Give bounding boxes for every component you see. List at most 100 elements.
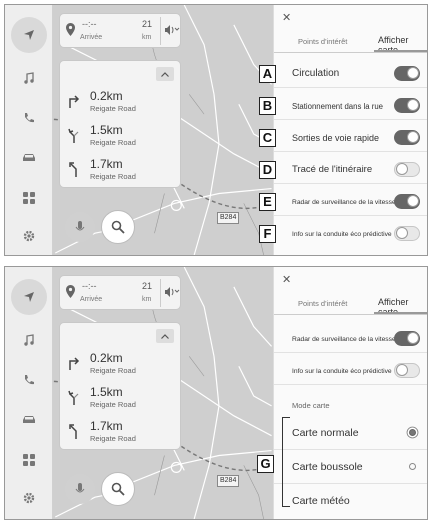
microphone-icon (75, 220, 85, 230)
collapse-button[interactable] (156, 67, 174, 81)
phone-icon[interactable] (11, 100, 47, 136)
close-icon[interactable]: ✕ (282, 273, 291, 286)
car-icon[interactable] (11, 139, 47, 175)
setting-label: Info sur la conduite éco prédictive (292, 368, 392, 375)
callout-c: C (259, 129, 276, 147)
arrival-time: --:-- (82, 281, 97, 291)
search-button[interactable] (101, 472, 135, 506)
left-sidebar (5, 267, 53, 519)
mode-label: Carte normale (292, 427, 359, 439)
phone-icon[interactable] (11, 362, 47, 398)
map-mode-weather[interactable]: Carte météo (274, 484, 427, 518)
toggle-knob (396, 227, 408, 239)
chevron-up-icon (161, 71, 169, 77)
volume-icon[interactable] (164, 286, 180, 298)
gear-icon[interactable] (11, 218, 47, 254)
radio-unselected[interactable] (409, 463, 416, 470)
apps-grid-icon[interactable] (11, 180, 47, 216)
setting-eco-driving[interactable]: Info sur la conduite éco prédictive (274, 357, 427, 385)
speed-camera-toggle[interactable] (394, 194, 420, 209)
toggle-knob (396, 163, 408, 175)
map-mode-compass[interactable]: Carte boussole (274, 450, 427, 484)
tab-points-of-interest[interactable]: Points d'intérêt (298, 37, 347, 46)
pin-icon (66, 285, 75, 298)
pin-icon (66, 23, 75, 36)
distance-unit: km (142, 34, 152, 41)
mode-label: Carte météo (292, 495, 350, 507)
turn-road: Reigate Road (90, 172, 136, 181)
route-trace-toggle[interactable] (394, 162, 420, 177)
arrival-time: --:-- (82, 19, 97, 29)
speed-camera-toggle[interactable] (394, 331, 420, 346)
radio-selected[interactable] (409, 429, 416, 436)
setting-street-parking[interactable]: Stationnement dans la rue (274, 92, 427, 120)
music-note-icon[interactable] (11, 60, 47, 96)
turn-left-icon (69, 162, 77, 177)
eco-driving-toggle[interactable] (394, 226, 420, 241)
map-mode-header: Mode carte (292, 401, 330, 410)
search-icon (111, 482, 125, 496)
remaining-distance: 21 (142, 19, 153, 29)
setting-label: Stationnement dans la rue (292, 102, 384, 111)
music-note-icon[interactable] (11, 322, 47, 358)
divider (160, 17, 161, 45)
road-label: B284 (217, 212, 240, 224)
microphone-icon (75, 482, 85, 492)
voice-button[interactable] (65, 212, 95, 242)
eco-driving-toggle[interactable] (394, 363, 420, 378)
turn-item[interactable]: 1.7km Reigate Road (66, 419, 176, 447)
street-parking-toggle[interactable] (394, 98, 420, 113)
turn-item[interactable]: 1.7km Reigate Road (66, 157, 176, 185)
tab-points-of-interest[interactable]: Points d'intérêt (298, 299, 347, 308)
motorway-exits-toggle[interactable] (394, 130, 420, 145)
voice-button[interactable] (65, 474, 95, 504)
turn-list: 0.2km Reigate Road 1.5km Reigate Road 1.… (59, 60, 181, 188)
setting-speed-camera[interactable]: Radar de surveillance de la vitesse (274, 325, 427, 353)
turn-item[interactable]: 1.5km Reigate Road (66, 123, 176, 151)
turn-item[interactable]: 0.2km Reigate Road (66, 89, 176, 117)
toggle-knob (407, 99, 419, 111)
turn-item[interactable]: 0.2km Reigate Road (66, 351, 176, 379)
setting-traffic[interactable]: Circulation (274, 60, 427, 88)
apps-grid-icon[interactable] (11, 442, 47, 478)
search-button[interactable] (101, 210, 135, 244)
turn-right-icon (69, 95, 80, 108)
setting-label: Circulation (292, 68, 340, 79)
callout-d: D (259, 161, 276, 179)
gear-icon[interactable] (11, 480, 47, 516)
setting-label: Sorties de voie rapide (292, 133, 380, 143)
setting-route-trace[interactable]: Tracé de l'itinéraire (274, 156, 427, 184)
map-settings-panel: ✕ Points d'intérêt Afficher carte Circul… (273, 5, 427, 255)
map-mode-normal[interactable]: Carte normale (274, 416, 427, 450)
setting-label: Info sur la conduite éco prédictive (292, 231, 392, 238)
car-icon[interactable] (11, 401, 47, 437)
turn-left-icon (69, 424, 77, 439)
navigation-arrow-icon[interactable] (11, 17, 47, 53)
left-sidebar (5, 5, 53, 255)
turn-distance: 0.2km (90, 89, 123, 103)
map-settings-panel: ✕ Points d'intérêt Afficher carte Radar … (273, 267, 427, 519)
turn-road: Reigate Road (90, 400, 136, 409)
trip-info-bar[interactable]: --:-- Arrivée 21 km (59, 275, 181, 310)
toggle-knob (407, 332, 419, 344)
collapse-button[interactable] (156, 329, 174, 343)
turn-distance: 1.7km (90, 419, 123, 433)
trip-info-bar[interactable]: --:-- Arrivée 21 km (59, 13, 181, 48)
turn-road: Reigate Road (90, 366, 136, 375)
toggle-knob (407, 67, 419, 79)
callout-bracket (282, 417, 290, 507)
turn-road: Reigate Road (90, 138, 136, 147)
callout-f: F (259, 225, 276, 243)
search-icon (111, 220, 125, 234)
traffic-toggle[interactable] (394, 66, 420, 81)
turn-distance: 1.5km (90, 123, 123, 137)
turn-item[interactable]: 1.5km Reigate Road (66, 385, 176, 413)
setting-eco-driving[interactable]: Info sur la conduite éco prédictive (274, 220, 427, 248)
screen-panel-2: --:-- Arrivée 21 km 0.2km Reigate Road 1… (4, 266, 428, 520)
navigation-arrow-icon[interactable] (11, 279, 47, 315)
close-icon[interactable]: ✕ (282, 11, 291, 24)
volume-icon[interactable] (164, 24, 180, 36)
setting-motorway-exits[interactable]: Sorties de voie rapide (274, 124, 427, 152)
setting-speed-camera[interactable]: Radar de surveillance de la vitesse (274, 188, 427, 216)
callout-g: G (257, 455, 274, 473)
